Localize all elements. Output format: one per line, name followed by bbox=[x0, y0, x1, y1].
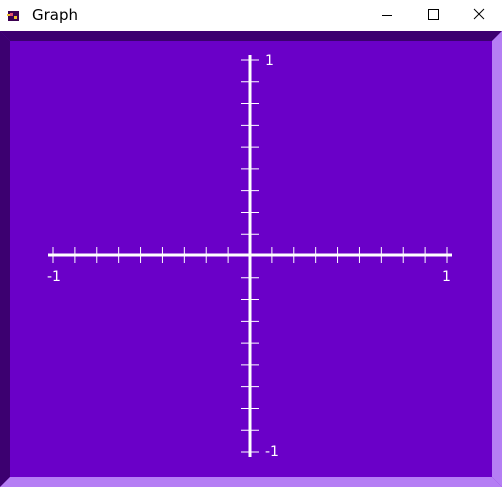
maximize-icon bbox=[428, 9, 439, 20]
maximize-button[interactable] bbox=[410, 0, 456, 31]
graph-surface bbox=[0, 31, 502, 487]
close-icon bbox=[473, 8, 485, 20]
close-button[interactable] bbox=[456, 0, 502, 31]
x-max-label: 1 bbox=[442, 269, 451, 285]
app-icon bbox=[6, 8, 22, 24]
bevel-left bbox=[0, 31, 10, 487]
y-max-label: 1 bbox=[265, 53, 274, 69]
bevel-top bbox=[0, 31, 502, 41]
bevel-right bbox=[492, 31, 502, 487]
minimize-icon bbox=[382, 15, 392, 16]
bevel-bottom bbox=[0, 477, 502, 487]
minimize-button[interactable] bbox=[364, 0, 410, 31]
x-min-label: -1 bbox=[47, 269, 61, 285]
y-min-label: -1 bbox=[265, 444, 279, 460]
title-bar[interactable]: Graph bbox=[0, 0, 502, 31]
graph-canvas[interactable]: -1 1 1 -1 bbox=[0, 31, 502, 487]
window-title: Graph bbox=[32, 6, 79, 24]
